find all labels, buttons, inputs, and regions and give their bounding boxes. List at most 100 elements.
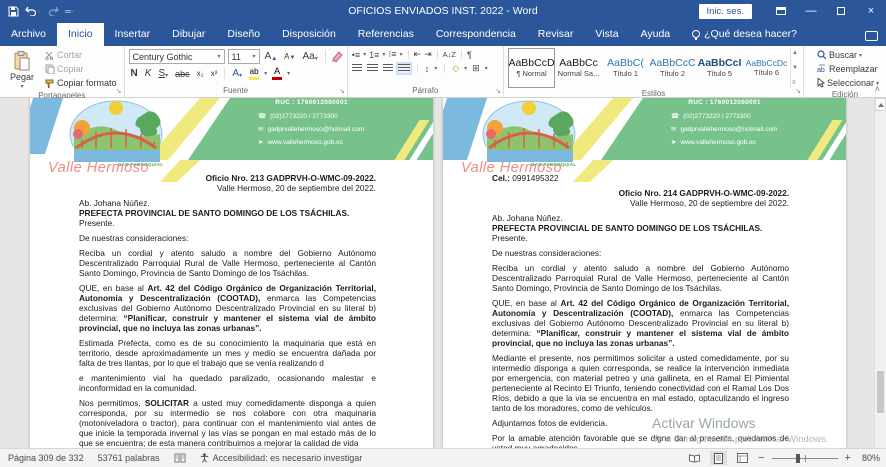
tab-revisar[interactable]: Revisar: [527, 23, 585, 46]
shading-icon[interactable]: ◇: [452, 63, 459, 74]
tell-me-box[interactable]: ¿Qué desea hacer?: [681, 23, 808, 46]
shrink-font-button[interactable]: A▼: [282, 52, 297, 61]
letterhead-brand-sub: GAD PARROQUIAL: [118, 162, 163, 167]
comments-icon[interactable]: [865, 31, 878, 41]
change-case-button[interactable]: Aa▾: [300, 51, 319, 62]
tab-correspondencia[interactable]: Correspondencia: [425, 23, 527, 46]
read-mode-icon[interactable]: [686, 451, 703, 465]
format-painter-button[interactable]: Copiar formato: [42, 77, 120, 89]
font-color-button[interactable]: A: [270, 67, 284, 80]
font-dialog-launcher-icon[interactable]: ↘: [339, 88, 345, 95]
web-layout-icon[interactable]: [734, 451, 751, 465]
scrollbar-thumb[interactable]: [877, 371, 884, 413]
print-layout-icon[interactable]: [710, 451, 727, 465]
letter-body-1[interactable]: Oficio Nro. 213 GADPRVH-O-WMC-09-2022.Va…: [79, 173, 376, 448]
increase-indent-icon[interactable]: ⇥: [424, 49, 432, 60]
tab-insertar[interactable]: Insertar: [104, 23, 162, 46]
tab-referencias[interactable]: Referencias: [347, 23, 425, 46]
copy-button[interactable]: Copiar: [42, 63, 120, 75]
italic-button[interactable]: K: [143, 68, 154, 79]
word-count[interactable]: 53761 palabras: [98, 453, 160, 463]
ribbon-display-options-icon[interactable]: [766, 0, 796, 22]
styles-dialog-launcher-icon[interactable]: ↘: [795, 88, 801, 95]
save-icon[interactable]: [8, 6, 19, 17]
close-button[interactable]: ×: [856, 0, 886, 22]
align-right-icon[interactable]: [383, 64, 393, 73]
tab-diseno[interactable]: Diseño: [216, 23, 271, 46]
vertical-scrollbar[interactable]: [874, 98, 886, 448]
select-button[interactable]: Seleccionar▾: [814, 77, 882, 89]
doc-paragraph: PREFECTA PROVINCIAL DE SANTO DOMINGO DE …: [492, 223, 789, 233]
font-size-select[interactable]: 11▾: [228, 49, 260, 64]
replace-button[interactable]: ab Reemplazar: [814, 63, 882, 75]
doc-paragraph: PREFECTA PROVINCIAL DE SANTO DOMINGO DE …: [79, 208, 376, 218]
page-indicator[interactable]: Página 309 de 332: [8, 453, 84, 463]
style-normal[interactable]: AaBbCcD¶ Normal: [508, 48, 555, 88]
grow-font-button[interactable]: A▲: [263, 51, 280, 62]
document-page-2[interactable]: RUC : 1760012060001 ☎(02)2773220 / 27733…: [443, 98, 846, 448]
styles-scroll-down-icon[interactable]: ▼: [792, 65, 798, 71]
minimize-button[interactable]: —: [796, 0, 826, 22]
line-spacing-icon[interactable]: ↕: [425, 64, 430, 74]
accessibility-status[interactable]: Accesibilidad: es necesario investigar: [200, 453, 363, 463]
decrease-indent-icon[interactable]: ⇤: [414, 49, 422, 60]
zoom-level[interactable]: 80%: [862, 453, 880, 463]
paste-button[interactable]: Pegar ▾: [4, 49, 40, 90]
sort-icon[interactable]: A↓Z: [443, 50, 456, 59]
borders-icon[interactable]: ⊞: [472, 63, 480, 74]
justify-icon[interactable]: [398, 64, 410, 73]
bullets-icon[interactable]: •≡: [352, 50, 360, 60]
styles-scroll-up-icon[interactable]: ▲: [792, 50, 798, 56]
undo-icon[interactable]: ▾: [25, 6, 41, 16]
tab-disposicion[interactable]: Disposición: [271, 23, 347, 46]
zoom-slider[interactable]: [772, 452, 838, 465]
styles-more-icon[interactable]: ≡: [792, 80, 798, 86]
restore-button[interactable]: [826, 0, 856, 22]
superscript-button[interactable]: x²: [209, 69, 220, 78]
zoom-in-button[interactable]: +: [845, 453, 851, 464]
clipboard-icon: [14, 51, 30, 71]
find-button[interactable]: Buscar▾: [814, 49, 882, 61]
paragraph-dialog-launcher-icon[interactable]: ↘: [495, 88, 501, 95]
highlight-button[interactable]: ab: [247, 68, 261, 80]
clear-formatting-icon[interactable]: [331, 51, 343, 62]
multilevel-list-icon[interactable]: ⁝≡: [388, 49, 396, 60]
bold-button[interactable]: N: [129, 68, 140, 79]
document-page-1[interactable]: RUC : 1760012060001 ☎(02)2773220 / 27733…: [30, 98, 433, 448]
tab-archivo[interactable]: Archivo: [0, 23, 57, 46]
style-titulo-6[interactable]: AaBbCcDcTítulo 6: [743, 48, 790, 88]
zoom-slider-thumb[interactable]: [796, 454, 800, 463]
collapse-ribbon-icon[interactable]: ˄: [875, 84, 880, 94]
tab-ayuda[interactable]: Ayuda: [630, 23, 682, 46]
zoom-out-button[interactable]: −: [758, 453, 764, 464]
clipboard-dialog-launcher-icon[interactable]: ↘: [116, 88, 122, 95]
sign-in-button[interactable]: Inic. ses.: [699, 4, 753, 19]
font-name-select[interactable]: Century Gothic▾: [129, 49, 225, 64]
customize-qat-icon[interactable]: ═▾: [65, 7, 74, 16]
phone-icon: ☎: [671, 112, 679, 120]
style-titulo-1[interactable]: AaBbC(Título 1: [602, 48, 649, 88]
style-titulo-2[interactable]: AaBbCcCTítulo 2: [649, 48, 696, 88]
strikethrough-button[interactable]: abc: [173, 69, 192, 79]
doc-paragraph: Oficio Nro. 213 GADPRVH-O-WMC-09-2022.: [79, 173, 376, 183]
text-effects-button[interactable]: A▾: [230, 68, 244, 79]
pilcrow-icon[interactable]: ¶: [467, 50, 472, 60]
document-canvas[interactable]: RUC : 1760012060001 ☎(02)2773220 / 27733…: [0, 98, 886, 448]
tab-inicio[interactable]: Inicio: [57, 23, 104, 46]
style-titulo-5[interactable]: AaBbCcITítulo 5: [696, 48, 743, 88]
subscript-button[interactable]: x₂: [195, 69, 206, 78]
cut-button[interactable]: Cortar: [42, 49, 120, 61]
underline-button[interactable]: S▾: [156, 68, 170, 79]
scroll-up-icon[interactable]: [875, 98, 886, 111]
tab-dibujar[interactable]: Dibujar: [161, 23, 216, 46]
valle-hermoso-logo: [479, 100, 579, 162]
doc-paragraph: De nuestras consideraciones:: [79, 233, 376, 243]
numbering-icon[interactable]: 1≡: [369, 50, 379, 60]
align-center-icon[interactable]: [367, 64, 378, 73]
style-normal-sa[interactable]: AaBbCcNormal Sa...: [555, 48, 602, 88]
proofing-errors-icon[interactable]: [174, 453, 186, 463]
align-left-icon[interactable]: [352, 64, 362, 73]
tab-vista[interactable]: Vista: [584, 23, 629, 46]
letter-body-2[interactable]: Cel.: 0991495322Oficio Nro. 214 GADPRVH-…: [492, 173, 789, 448]
lightbulb-icon: [692, 30, 700, 38]
